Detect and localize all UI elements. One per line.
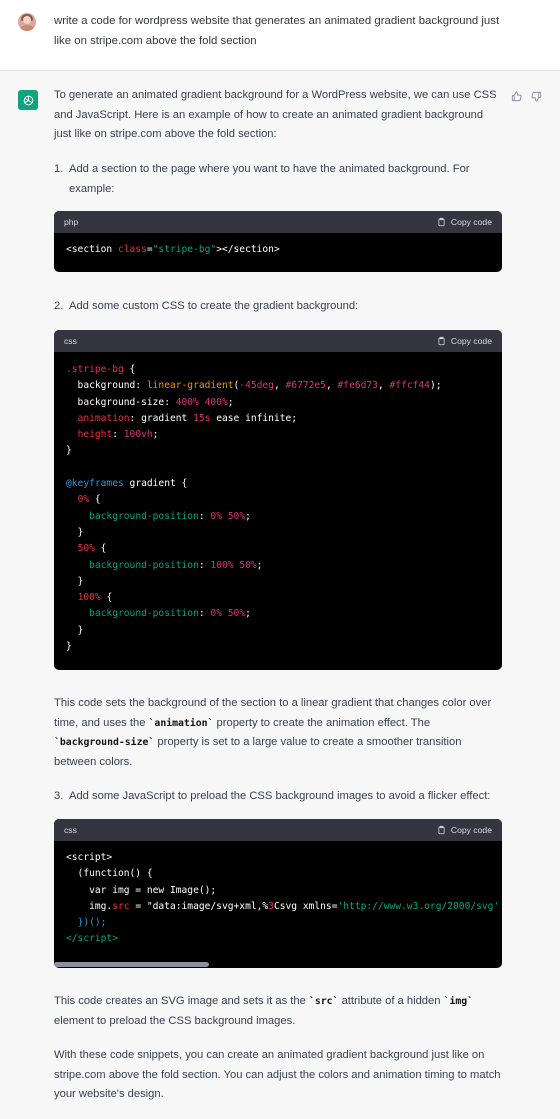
chatgpt-logo-icon	[18, 90, 38, 110]
explanation-paragraph-1: This code sets the background of the sec…	[54, 697, 492, 768]
copy-code-button[interactable]: Copy code	[437, 336, 492, 346]
copy-code-button[interactable]: Copy code	[437, 825, 492, 835]
intro-text: To generate an animated gradient backgro…	[54, 89, 497, 141]
explanation-paragraph-2: This code creates an SVG image and sets …	[54, 995, 474, 1027]
step-3: 3. Add some JavaScript to preload the CS…	[54, 790, 491, 802]
step-2: 2. Add some custom CSS to create the gra…	[54, 300, 359, 312]
code-language-label: php	[64, 217, 79, 227]
clipboard-icon	[438, 336, 445, 346]
assistant-intro: To generate an animated gradient backgro…	[54, 86, 502, 145]
step-1: 1. Add a section to the page where you w…	[54, 163, 470, 195]
horizontal-scrollbar[interactable]	[54, 962, 209, 967]
feedback-buttons	[511, 89, 542, 102]
user-avatar	[18, 13, 36, 31]
clipboard-icon	[438, 825, 445, 835]
clipboard-icon	[438, 217, 445, 227]
inline-code: `img`	[443, 996, 474, 1007]
code-language-label: css	[64, 825, 77, 835]
copy-code-button[interactable]: Copy code	[437, 217, 492, 227]
user-message-text: write a code for wordpress website that …	[54, 15, 500, 47]
user-message: write a code for wordpress website that …	[0, 0, 560, 71]
inline-code: `background-size`	[54, 737, 155, 749]
code-block-css: css Copy code .stripe-bg { background: l…	[54, 330, 502, 670]
code-block-script: css Copy code <script> (function() { var…	[54, 819, 502, 968]
code-content: <section class="stripe-bg"></section>	[66, 244, 280, 255]
inline-code: `animation`	[148, 717, 214, 729]
closing-paragraph: With these code snippets, you can create…	[54, 1049, 501, 1101]
code-block-php: php Copy code <section class="stripe-bg"…	[54, 211, 502, 272]
thumbs-up-icon[interactable]	[511, 89, 522, 102]
inline-code: `src`	[308, 996, 339, 1007]
code-language-label: css	[64, 336, 77, 346]
thumbs-down-icon[interactable]	[531, 89, 542, 102]
code-content: <script> (function() { var img = new Ima…	[66, 852, 500, 945]
code-content: .stripe-bg { background: linear-gradient…	[66, 364, 442, 653]
